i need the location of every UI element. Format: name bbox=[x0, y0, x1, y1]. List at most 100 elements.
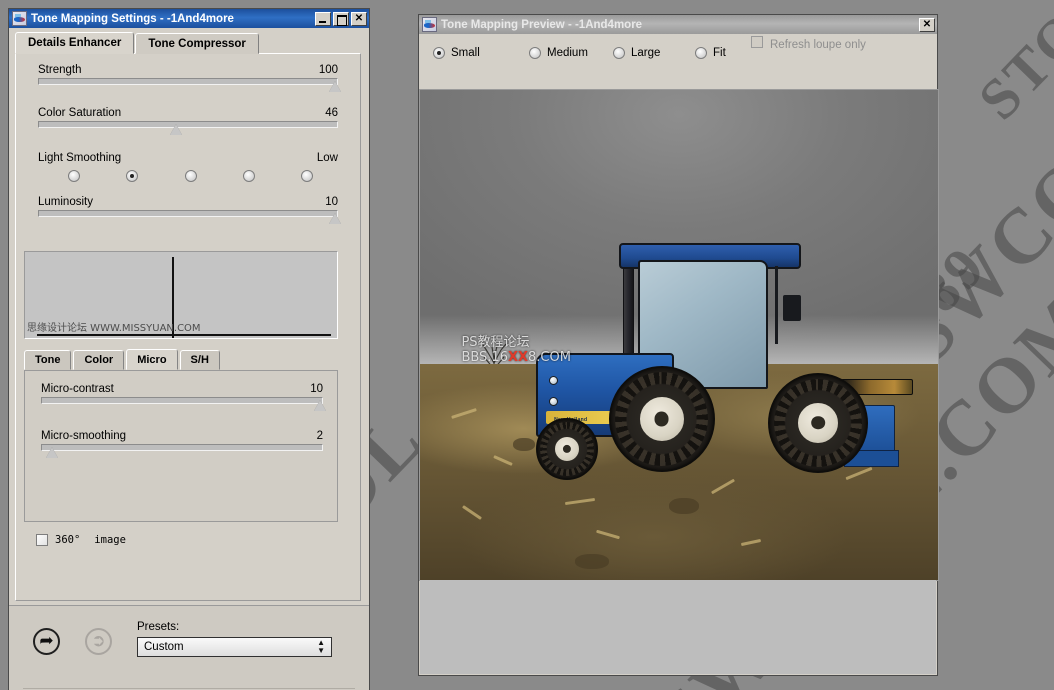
headlight bbox=[548, 376, 558, 386]
settings-titlebar[interactable]: Tone Mapping Settings - -1And4more ✕ bbox=[9, 9, 369, 28]
light-smoothing-low-label: Low bbox=[316, 152, 338, 164]
light-smoothing-radio-3[interactable] bbox=[184, 170, 197, 182]
light-smoothing-radio-2[interactable] bbox=[126, 170, 139, 182]
slider-luminosity-thumb-wrap bbox=[38, 213, 341, 229]
presets-dropdown-arrows: ▲ ▼ bbox=[317, 639, 325, 655]
tone-mapping-settings-window: Tone Mapping Settings - -1And4more ✕ Det… bbox=[8, 8, 370, 690]
straw-piece bbox=[451, 407, 477, 419]
wheel-hub bbox=[797, 401, 840, 444]
light-smoothing-radio-4[interactable] bbox=[242, 170, 255, 182]
preview-titlebar[interactable]: Tone Mapping Preview - -1And4more ✕ bbox=[419, 15, 937, 34]
radio-medium-indicator[interactable] bbox=[529, 46, 541, 59]
redo-button[interactable]: ➲ bbox=[85, 628, 112, 655]
undo-button[interactable]: ➦ bbox=[33, 628, 60, 655]
radio-large-indicator[interactable] bbox=[613, 46, 625, 59]
slider-strength-label: Strength bbox=[38, 64, 82, 76]
slider-micro-contrast-value: 10 bbox=[310, 383, 323, 395]
radio-fit-label: Fit bbox=[713, 46, 726, 59]
close-button[interactable]: ✕ bbox=[351, 11, 367, 26]
preview-window-buttons: ✕ bbox=[919, 17, 935, 32]
slider-micro-smoothing-track[interactable] bbox=[41, 444, 323, 451]
tractor: New Holland bbox=[529, 237, 914, 560]
settings-window-title: Tone Mapping Settings - -1And4more bbox=[31, 12, 234, 25]
subtab-color-label: Color bbox=[84, 354, 114, 366]
slider-micro-smoothing: Micro-smoothing 2 bbox=[41, 416, 323, 463]
slider-micro-contrast-head: Micro-contrast 10 bbox=[41, 383, 323, 397]
histogram-watermark: 思缘设计论坛 WWW.MISSYUAN.COM bbox=[27, 323, 201, 334]
slider-strength-thumb[interactable] bbox=[329, 81, 341, 92]
histogram-baseline bbox=[37, 334, 331, 336]
slider-strength-track[interactable] bbox=[38, 78, 338, 85]
slider-color-saturation: Color Saturation 46 bbox=[38, 97, 338, 140]
light-smoothing-radio-5[interactable] bbox=[301, 170, 313, 182]
maximize-button[interactable] bbox=[333, 11, 349, 26]
slider-micro-smoothing-value: 2 bbox=[316, 430, 323, 442]
checkbox-360-label: 360° bbox=[55, 534, 81, 546]
radio-fit-indicator[interactable] bbox=[695, 46, 707, 59]
main-tabstrip: Details Enhancer Tone Compressor bbox=[15, 32, 369, 54]
close-icon: ✕ bbox=[922, 18, 932, 30]
wheel-front-left bbox=[536, 418, 599, 481]
subtab-micro-label: Micro bbox=[137, 353, 167, 366]
preview-image[interactable]: New Holland bbox=[420, 90, 938, 580]
slider-luminosity-value: 10 bbox=[325, 196, 338, 208]
radio-fit[interactable]: Fit bbox=[695, 46, 751, 59]
slider-luminosity-label: Luminosity bbox=[38, 196, 93, 208]
tab-details-enhancer[interactable]: Details Enhancer bbox=[15, 32, 135, 54]
settings-body: Details Enhancer Tone Compressor Strengt… bbox=[9, 28, 369, 690]
tab-tone-compressor-label: Tone Compressor bbox=[148, 37, 246, 50]
footer-divider bbox=[23, 688, 355, 689]
slider-luminosity-track[interactable] bbox=[38, 210, 338, 217]
radio-medium-label: Medium bbox=[547, 46, 588, 59]
slider-micro-contrast-track[interactable] bbox=[41, 397, 323, 404]
desktop: SWCOOL.COM STONE89 SWCOOL.COM STONE89 SW… bbox=[0, 0, 1054, 690]
slider-color-saturation-track[interactable] bbox=[38, 121, 338, 128]
slider-micro-smoothing-label: Micro-smoothing bbox=[41, 430, 126, 442]
tab-tone-compressor[interactable]: Tone Compressor bbox=[135, 33, 259, 54]
checkbox-360-label-image: image bbox=[94, 534, 126, 546]
checkbox-360-row[interactable]: 360° image bbox=[36, 534, 360, 546]
wheel-rear-right bbox=[768, 372, 869, 473]
slider-luminosity: Luminosity 10 bbox=[38, 182, 341, 229]
settings-footer: ➦ ➲ Presets: Custom ▲ ▼ bbox=[9, 605, 369, 690]
straw-piece bbox=[492, 455, 513, 467]
slider-color-saturation-label: Color Saturation bbox=[38, 107, 122, 119]
subtab-micro[interactable]: Micro bbox=[126, 349, 178, 370]
close-icon: ✕ bbox=[354, 12, 364, 24]
subtab-color[interactable]: Color bbox=[73, 350, 125, 370]
minimize-button[interactable] bbox=[315, 11, 331, 26]
slider-micro-smoothing-thumb[interactable] bbox=[46, 447, 59, 458]
slider-strength-value: 100 bbox=[318, 64, 338, 76]
slider-micro-contrast: Micro-contrast 10 bbox=[41, 371, 327, 416]
tab-details-enhancer-label: Details Enhancer bbox=[28, 37, 122, 49]
preview-body: Small Medium Large Fit Refresh loupe onl… bbox=[419, 34, 939, 675]
presets-dropdown[interactable]: Custom ▲ ▼ bbox=[137, 637, 332, 657]
subtab-sh[interactable]: S/H bbox=[179, 350, 220, 370]
slider-luminosity-thumb[interactable] bbox=[329, 213, 341, 224]
presets-label: Presets: bbox=[137, 621, 180, 633]
subtab-tone[interactable]: Tone bbox=[24, 350, 72, 370]
slider-micro-smoothing-thumb-wrap bbox=[41, 447, 323, 463]
radio-small[interactable]: Small bbox=[433, 46, 529, 59]
checkbox-360[interactable] bbox=[36, 534, 48, 546]
light-smoothing-radio-1[interactable] bbox=[68, 170, 80, 182]
wheel-hub bbox=[638, 396, 685, 443]
slider-color-saturation-thumb-wrap bbox=[38, 124, 338, 140]
refresh-loupe-checkbox-row[interactable]: Refresh loupe only bbox=[751, 36, 866, 51]
radio-large-label: Large bbox=[631, 46, 661, 59]
refresh-loupe-checkbox[interactable] bbox=[751, 36, 763, 48]
photomatix-icon bbox=[422, 17, 437, 32]
preview-bottom-strip bbox=[420, 580, 936, 674]
slider-micro-contrast-thumb[interactable] bbox=[314, 400, 327, 411]
slider-color-saturation-thumb[interactable] bbox=[170, 124, 182, 135]
radio-small-indicator[interactable] bbox=[433, 46, 445, 59]
slider-strength-head: Strength 100 bbox=[38, 64, 338, 78]
light-smoothing-radios bbox=[68, 170, 313, 182]
slider-strength-thumb-wrap bbox=[38, 81, 341, 97]
radio-medium[interactable]: Medium bbox=[529, 46, 613, 59]
close-button[interactable]: ✕ bbox=[919, 17, 935, 32]
radio-large[interactable]: Large bbox=[613, 46, 695, 59]
histogram: 思缘设计论坛 WWW.MISSYUAN.COM bbox=[24, 251, 338, 339]
chevron-down-icon: ▼ bbox=[317, 646, 325, 655]
micro-panel: Micro-contrast 10 Micro-smoothing 2 bbox=[24, 370, 338, 522]
